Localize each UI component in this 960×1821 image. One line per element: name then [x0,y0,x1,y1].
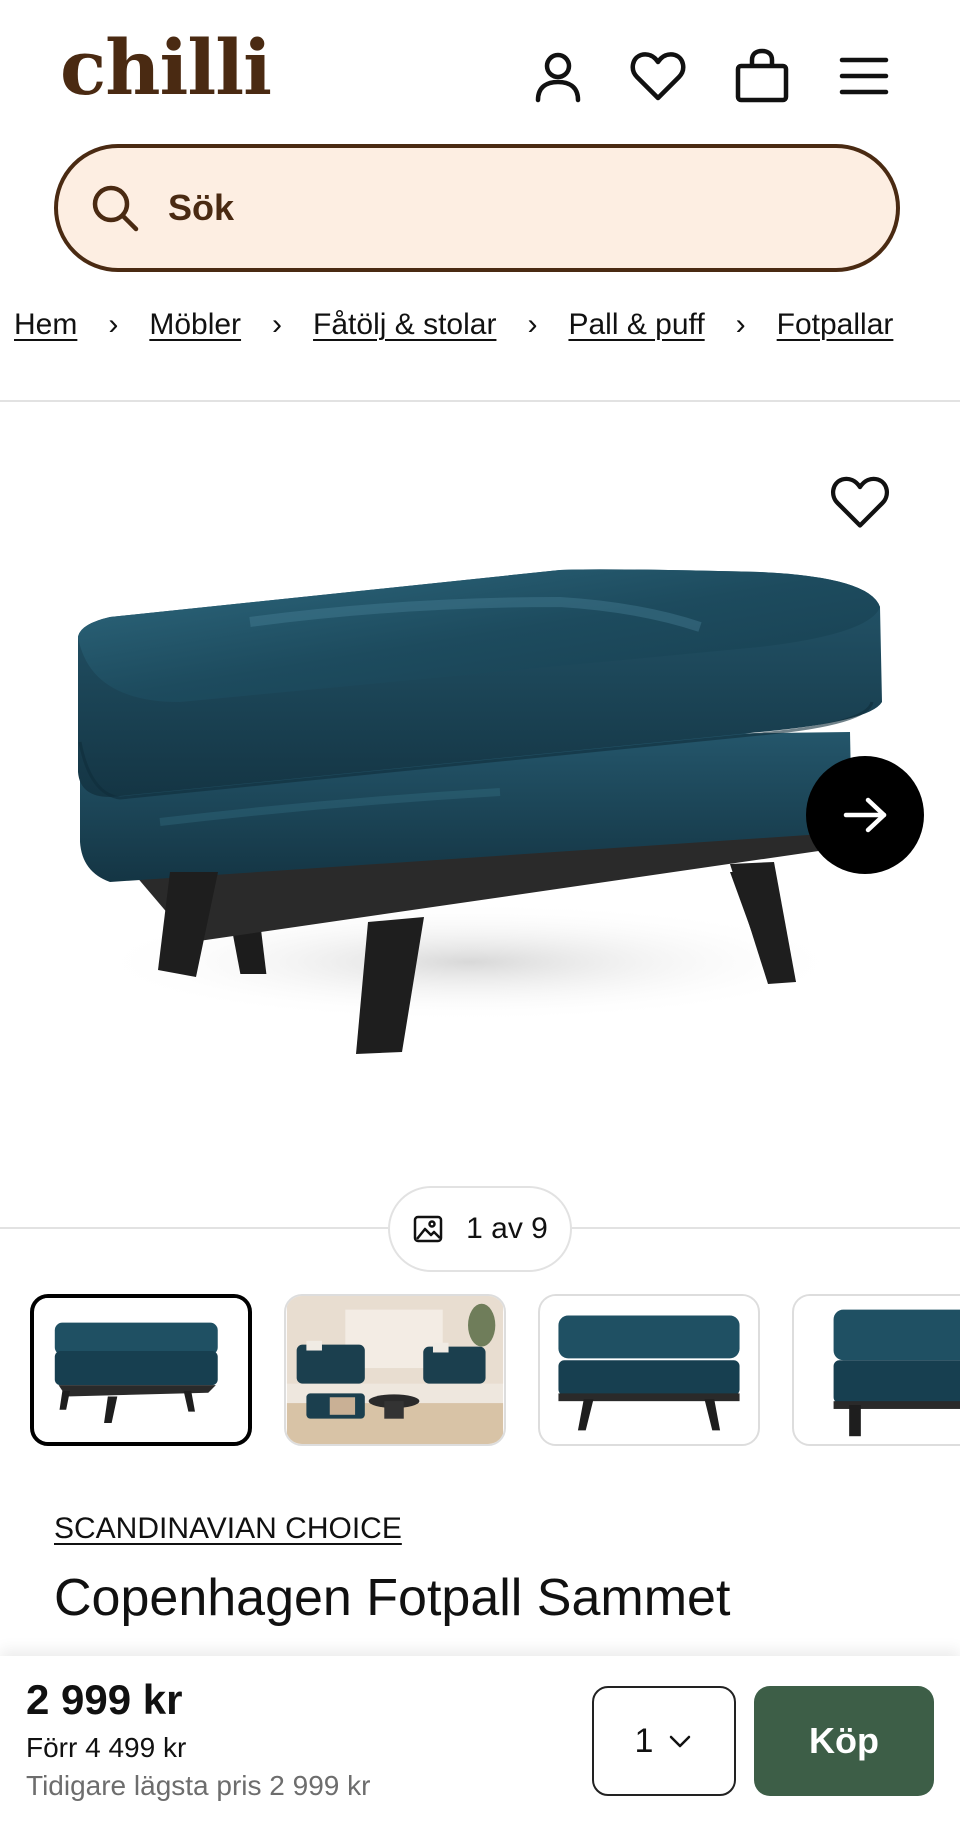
breadcrumb-item-fotpallar[interactable]: Fotpallar [777,308,894,342]
header: chilli [0,0,960,140]
next-image-button[interactable] [806,756,924,874]
price-lowest-previous: Tidigare lägsta pris 2 999 kr [26,1770,371,1801]
breadcrumb-separator: › [108,308,119,341]
chevron-down-icon [670,1735,691,1748]
brand-link[interactable]: SCANDINAVIAN CHOICE [54,1512,402,1546]
search-input[interactable] [166,186,770,230]
thumbnail-1[interactable] [30,1294,252,1446]
image-counter-text: 1 av 9 [466,1212,548,1245]
breadcrumb-item-hem[interactable]: Hem [14,308,77,342]
quantity-value: 1 [634,1721,654,1760]
breadcrumb-separator: › [272,308,283,341]
favorite-heart-icon[interactable] [828,470,892,534]
quantity-select[interactable]: 1 [592,1686,736,1796]
breadcrumb-separator: › [527,308,538,341]
product-title: Copenhagen Fotpall Sammet [54,1569,731,1627]
thumbnail-4[interactable] [792,1294,960,1446]
breadcrumb-item-pall-puff[interactable]: Pall & puff [568,308,704,342]
heart-icon[interactable] [628,46,688,106]
arrow-right-icon [843,797,887,833]
user-icon[interactable] [528,46,588,106]
logo[interactable]: chilli [60,30,272,106]
price: 2 999 kr [26,1676,183,1723]
thumbnail-3[interactable] [538,1294,760,1446]
image-counter[interactable]: 1 av 9 [388,1186,572,1272]
image-icon [413,1215,443,1243]
thumbnail-2[interactable] [284,1294,506,1446]
breadcrumb-separator: › [735,308,746,341]
breadcrumb-item-fatolj-stolar[interactable]: Fåtölj & stolar [313,308,496,342]
shopping-bag-icon[interactable] [732,46,792,106]
search-bar[interactable] [54,144,900,272]
search-icon [92,185,139,232]
sticky-buy-bar: 2 999 kr Förr 4 499 kr Tidigare lägsta p… [0,1656,960,1821]
menu-icon[interactable] [834,46,894,106]
breadcrumb: Hem › Möbler › Fåtölj & stolar › Pall & … [14,300,893,350]
buy-button[interactable]: Köp [754,1686,934,1796]
price-before: Förr 4 499 kr [26,1732,187,1763]
breadcrumb-item-mobler[interactable]: Möbler [149,308,241,342]
